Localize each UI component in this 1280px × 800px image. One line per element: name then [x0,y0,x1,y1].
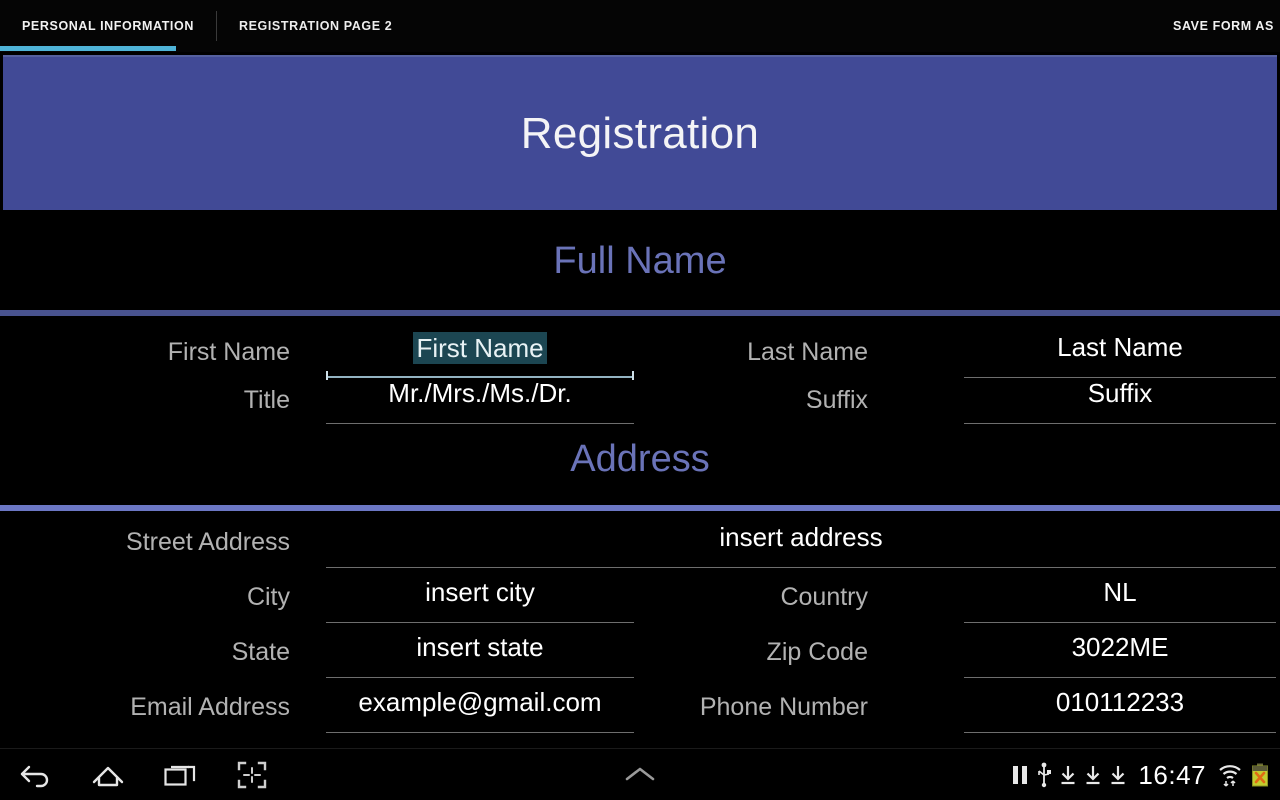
registration-banner: Registration [3,55,1277,210]
page-title: Registration [520,108,760,158]
tab-registration-page-2[interactable]: REGISTRATION PAGE 2 [217,0,414,52]
field-zip-code-value: 3022ME [1071,632,1169,662]
section-divider-address [0,505,1280,511]
label-state: State [231,638,290,666]
field-city-value: insert city [425,577,535,607]
field-street-address[interactable]: insert address [326,522,1276,568]
field-state[interactable]: insert state [326,632,634,678]
field-email-address[interactable]: example@gmail.com [326,687,634,733]
label-first-name: First Name [167,338,290,366]
label-suffix: Suffix [805,386,868,414]
field-city[interactable]: insert city [326,577,634,623]
field-suffix-value: Suffix [1087,378,1153,408]
section-heading-address: Address [570,438,710,480]
save-form-as-label: SAVE FORM AS [1173,19,1274,33]
field-last-name[interactable]: Last Name [964,332,1276,378]
field-first-name-value: First Name [413,332,547,364]
field-phone-number[interactable]: 010112233 [964,687,1276,733]
field-country-value: NL [1103,577,1137,607]
label-city: City [246,583,290,611]
field-street-address-value: insert address [719,522,883,552]
label-phone-number: Phone Number [699,693,868,721]
field-country[interactable]: NL [964,577,1276,623]
download-icon [1084,763,1102,787]
section-heading-full-name: Full Name [553,240,727,282]
tab-personal-information[interactable]: PERSONAL INFORMATION [0,0,216,52]
field-title[interactable]: Mr./Mrs./Ms./Dr. [326,378,634,424]
download-icon [1109,763,1127,787]
active-tab-indicator [0,46,176,51]
field-first-name[interactable]: First Name [326,332,634,380]
section-divider-full-name [0,310,1280,316]
chevron-up-icon[interactable] [618,755,662,795]
android-navigation-bar: 16:47 [0,748,1280,800]
field-last-name-value: Last Name [1057,332,1183,362]
label-email-address: Email Address [130,693,290,721]
status-clock: 16:47 [1138,759,1206,790]
app-screen: PERSONAL INFORMATION REGISTRATION PAGE 2… [0,0,1280,800]
pause-icon [1011,763,1029,787]
field-zip-code[interactable]: 3022ME [964,632,1276,678]
field-state-value: insert state [416,632,544,662]
status-tray[interactable]: 16:47 [1011,749,1270,800]
label-title: Title [243,386,290,414]
tab-registration-page-2-label: REGISTRATION PAGE 2 [238,19,393,33]
label-last-name: Last Name [747,338,868,366]
wifi-icon [1217,762,1243,788]
field-email-address-value: example@gmail.com [358,687,602,717]
save-form-as-button[interactable]: SAVE FORM AS [1173,0,1274,52]
action-bar: PERSONAL INFORMATION REGISTRATION PAGE 2 [0,0,1280,52]
field-suffix[interactable]: Suffix [964,378,1276,424]
label-street-address: Street Address [126,528,290,556]
usb-icon [1036,762,1052,788]
field-title-value: Mr./Mrs./Ms./Dr. [388,378,572,408]
download-icon [1059,763,1077,787]
label-country: Country [780,583,868,611]
field-phone-number-value: 010112233 [1055,687,1185,717]
tab-personal-information-label: PERSONAL INFORMATION [22,19,194,33]
label-zip-code: Zip Code [766,638,868,666]
battery-error-icon [1250,762,1270,788]
